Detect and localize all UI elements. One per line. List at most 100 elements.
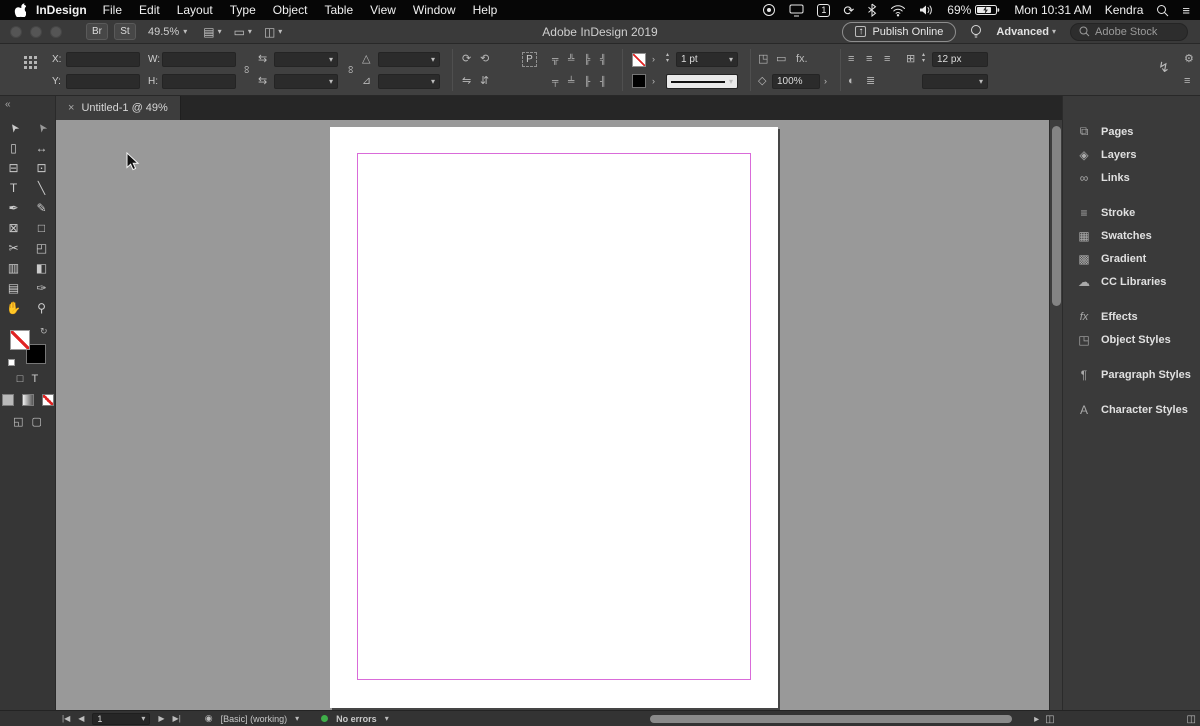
volume-icon[interactable] bbox=[919, 4, 934, 16]
stroke-color-menu-icon[interactable]: › bbox=[652, 52, 655, 67]
panel-menu-icon[interactable]: ≡ bbox=[1184, 74, 1190, 89]
arrange-documents-dropdown[interactable]: ◫ ▾ bbox=[264, 25, 282, 39]
reference-point-proxy[interactable] bbox=[24, 56, 37, 69]
align-top-icon[interactable]: ╦ bbox=[552, 52, 558, 67]
apply-none-button[interactable] bbox=[41, 394, 54, 406]
scissors-tool[interactable]: ✂ bbox=[0, 238, 28, 258]
apple-menu[interactable] bbox=[14, 3, 26, 17]
rectangle-tool[interactable]: □ bbox=[28, 218, 56, 238]
line-tool[interactable]: ╲ bbox=[28, 178, 56, 198]
formatting-affects-text-button[interactable]: T bbox=[31, 373, 38, 385]
scale-y-field[interactable]: ▾ bbox=[274, 74, 338, 89]
scroll-right-icon[interactable]: ▸ bbox=[1034, 714, 1039, 725]
bluetooth-icon[interactable] bbox=[867, 3, 877, 17]
eyedropper-tool[interactable]: ✑ bbox=[28, 278, 56, 298]
content-collector-tool[interactable]: ⊟ bbox=[0, 158, 28, 178]
menu-layout[interactable]: Layout bbox=[177, 3, 213, 17]
screen-mode-dropdown[interactable]: ▭ ▾ bbox=[234, 25, 252, 39]
gradient-swatch-tool[interactable]: ▥ bbox=[0, 258, 28, 278]
opacity-menu-icon[interactable]: › bbox=[824, 74, 827, 89]
pen-tool[interactable]: ✒ bbox=[0, 198, 28, 218]
document-page[interactable] bbox=[330, 127, 778, 708]
constrain-dimensions-icon[interactable]: ∞ bbox=[238, 66, 253, 74]
panel-button-pages[interactable]: ⧉ Pages bbox=[1063, 120, 1200, 143]
quick-apply-icon[interactable]: ↯ bbox=[1158, 60, 1170, 75]
menu-table[interactable]: Table bbox=[324, 3, 353, 17]
distribute-bottom-icon[interactable]: ╧ bbox=[568, 74, 574, 89]
workspace-switcher[interactable]: Advanced ▾ bbox=[996, 26, 1056, 38]
panel-button-character-styles[interactable]: A Character Styles bbox=[1063, 398, 1200, 421]
opacity-field[interactable]: 100% bbox=[772, 74, 820, 89]
height-field[interactable] bbox=[162, 74, 236, 89]
rotate-cw-icon[interactable]: ⟳ bbox=[462, 52, 471, 67]
y-position-field[interactable] bbox=[66, 74, 140, 89]
screen-sharing-icon[interactable] bbox=[789, 4, 804, 17]
page-number-dropdown[interactable]: 1 ▾ bbox=[92, 712, 151, 725]
zoom-tool[interactable]: ⚲ bbox=[28, 298, 56, 318]
panel-button-gradient[interactable]: ▩ Gradient bbox=[1063, 247, 1200, 270]
screen-mode-button[interactable]: ▢ bbox=[32, 415, 42, 428]
menubar-clock[interactable]: Mon 10:31 AM bbox=[1014, 3, 1091, 17]
align-text-right-icon[interactable]: ≡ bbox=[884, 52, 890, 67]
rectangle-frame-tool[interactable]: ⊠ bbox=[0, 218, 28, 238]
panel-button-links[interactable]: ∞ Links bbox=[1063, 166, 1200, 189]
preflight-icon[interactable]: ◉ bbox=[205, 713, 213, 724]
normal-view-button[interactable]: ◱ bbox=[13, 415, 23, 428]
publish-online-button[interactable]: ↑ Publish Online bbox=[842, 21, 957, 42]
fill-color-swatch[interactable] bbox=[632, 74, 646, 88]
bridge-button[interactable]: Br bbox=[86, 23, 108, 40]
lightbulb-icon[interactable] bbox=[970, 24, 982, 40]
vertical-scrollbar-thumb[interactable] bbox=[1052, 126, 1061, 306]
distribute-left-icon[interactable]: ╟ bbox=[584, 74, 590, 89]
last-page-button[interactable]: ▶| bbox=[173, 714, 181, 723]
close-tab-icon[interactable]: × bbox=[68, 102, 74, 114]
adobe-stock-search-field[interactable]: Adobe Stock bbox=[1070, 22, 1188, 41]
distribute-top-icon[interactable]: ╤ bbox=[552, 74, 558, 89]
stroke-weight-dropdown[interactable]: 1 pt ▾ bbox=[676, 52, 738, 67]
width-field[interactable] bbox=[162, 52, 236, 67]
distribute-right-icon[interactable]: ╢ bbox=[600, 74, 606, 89]
panel-button-object-styles[interactable]: ◳ Object Styles bbox=[1063, 328, 1200, 351]
align-text-center-icon[interactable]: ≡ bbox=[866, 52, 872, 67]
apply-gradient-button[interactable] bbox=[21, 394, 34, 406]
free-transform-tool[interactable]: ◰ bbox=[28, 238, 56, 258]
messages-badge-icon[interactable]: 1 bbox=[817, 3, 831, 17]
swap-fill-stroke-icon[interactable]: ↻ bbox=[40, 326, 48, 337]
leading-field[interactable]: 12 px bbox=[932, 52, 988, 67]
stroke-color-swatch[interactable] bbox=[632, 53, 646, 67]
time-machine-icon[interactable]: ⟳ bbox=[843, 4, 854, 17]
gear-icon[interactable]: ⚙ bbox=[1184, 52, 1194, 67]
rotate-ccw-icon[interactable]: ⟲ bbox=[480, 52, 489, 67]
effects-menu-icon[interactable]: fx. bbox=[796, 52, 808, 67]
close-window-button[interactable] bbox=[10, 25, 22, 38]
align-right-icon[interactable]: ╣ bbox=[600, 52, 606, 67]
minimize-window-button[interactable] bbox=[30, 25, 42, 38]
preflight-profile[interactable]: [Basic] (working) bbox=[221, 714, 288, 724]
constrain-scale-icon[interactable]: ∞ bbox=[342, 66, 357, 74]
spotlight-search-icon[interactable] bbox=[1156, 4, 1169, 17]
panel-button-layers[interactable]: ◈ Layers bbox=[1063, 143, 1200, 166]
adobe-stock-button[interactable]: St bbox=[114, 23, 136, 40]
split-window-icon[interactable]: ◫ bbox=[1187, 714, 1196, 725]
rotation-angle-field[interactable]: ▾ bbox=[378, 52, 440, 67]
flip-vertical-icon[interactable]: ⇵ bbox=[480, 74, 489, 89]
corner-shape-icon[interactable]: ▭ bbox=[776, 52, 786, 67]
stroke-style-dropdown[interactable]: ▾ bbox=[666, 74, 738, 89]
panel-button-effects[interactable]: fx Effects bbox=[1063, 305, 1200, 328]
next-page-button[interactable]: ▶ bbox=[158, 714, 164, 723]
panel-button-paragraph-styles[interactable]: ¶ Paragraph Styles bbox=[1063, 363, 1200, 386]
menu-window[interactable]: Window bbox=[413, 3, 456, 17]
collapse-tools-icon[interactable]: « bbox=[0, 96, 55, 112]
content-placer-tool[interactable]: ⊡ bbox=[28, 158, 56, 178]
menu-edit[interactable]: Edit bbox=[139, 3, 160, 17]
panel-button-swatches[interactable]: ▦ Swatches bbox=[1063, 224, 1200, 247]
note-tool[interactable]: ▤ bbox=[0, 278, 28, 298]
align-left-icon[interactable]: ╠ bbox=[584, 52, 590, 67]
battery-indicator[interactable]: 69% bbox=[947, 3, 1001, 17]
view-options-dropdown[interactable]: ▤ ▾ bbox=[203, 25, 221, 39]
vertical-scrollbar[interactable] bbox=[1049, 120, 1062, 710]
menu-type[interactable]: Type bbox=[230, 3, 256, 17]
corner-options-icon[interactable]: ◳ bbox=[758, 52, 768, 67]
wifi-icon[interactable] bbox=[890, 4, 906, 17]
formatting-affects-container-button[interactable]: □ bbox=[17, 373, 24, 385]
